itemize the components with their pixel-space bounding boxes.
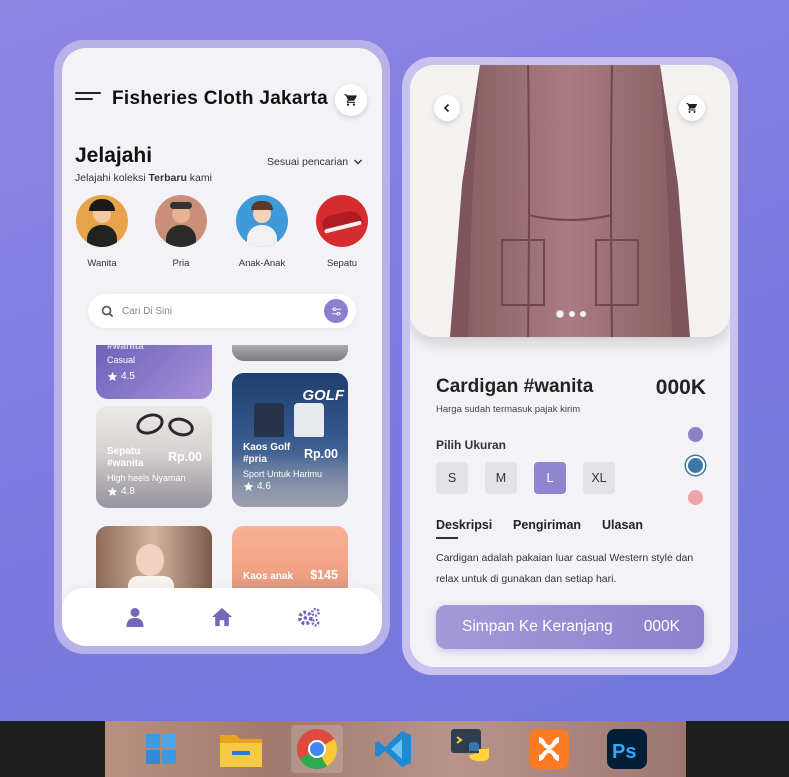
filter-icon [331,306,341,316]
photoshop-icon[interactable]: Ps [601,725,653,773]
product-card[interactable]: Kaos anak $145 [232,526,348,593]
size-option-m[interactable]: M [485,462,517,494]
product-desc: Sport Untuk Harimu [243,469,323,479]
category-wanita[interactable]: Wanita [72,195,132,269]
cart-button[interactable] [679,95,705,121]
product-price: Rp.00 [303,447,338,461]
user-icon[interactable] [123,605,147,629]
sort-dropdown[interactable]: Sesuai pencarian [267,156,363,168]
product-rating: 4.5 [107,371,135,382]
category-label: Sepatu [326,258,358,269]
product-title: Cardigan #wanita [436,376,594,397]
filter-button[interactable] [324,299,348,323]
category-label: Pria [172,258,190,269]
cart-button[interactable] [335,84,367,116]
star-icon [107,486,118,496]
size-title: Pilih Ukuran [436,438,507,452]
category-avatar [155,195,207,247]
product-description: Cardigan adalah pakaian luar casual West… [436,552,694,585]
product-name: Kaos anak [243,571,294,582]
cart-icon [344,94,357,106]
star-icon [107,371,118,381]
product-name: Kaos Golf #pria [243,442,291,465]
product-name: Sepatu #wanita [107,446,144,469]
chevron-down-icon [354,159,363,165]
cart-icon [686,103,697,113]
explore-subtitle: Jelajahi koleksi Terbaru kami [75,172,212,184]
category-pria[interactable]: Pria [151,195,211,269]
left-phone-frame: Fisheries Cloth Jakarta Jelajahi Jelajah… [54,40,390,654]
chevron-left-icon [443,103,450,113]
product-card[interactable] [96,526,212,593]
pagination-dot[interactable] [569,311,575,317]
product-price: 000K [655,376,706,399]
home-icon[interactable] [210,605,234,629]
sort-label: Sesuai pencarian [267,156,349,168]
product-name: #wanita [107,345,144,352]
color-swatch-blue[interactable] [686,456,705,475]
image-pagination [556,310,586,318]
product-image[interactable] [410,65,730,337]
settings-icon[interactable] [297,605,321,629]
pagination-dot[interactable] [556,310,564,318]
category-label: Wanita [87,258,117,269]
category-sepatu[interactable]: Sepatu [312,195,372,269]
app-title: Fisheries Cloth Jakarta [112,88,328,109]
python-icon[interactable] [445,725,497,773]
right-phone-frame: Cardigan #wanita 000K Harga sudah termas… [402,57,738,675]
search-input[interactable] [122,305,312,317]
category-avatar [76,195,128,247]
back-button[interactable] [434,95,460,121]
size-option-s[interactable]: S [436,462,468,494]
cta-label: Simpan Ke Keranjang [462,618,613,635]
star-icon [243,481,254,491]
pagination-dot[interactable] [580,311,586,317]
product-card[interactable]: #wanita Casual 4.5 [96,345,212,399]
product-desc: Casual [107,355,136,365]
color-swatch-purple[interactable] [688,427,703,442]
category-avatar [316,195,368,247]
product-card[interactable]: GOLF Kaos Golf #pria Rp.00 Sport Untuk H… [232,373,348,507]
add-to-cart-button[interactable]: Simpan Ke Keranjang 000K [436,605,704,649]
taskbar: Ps [0,721,789,777]
size-option-l[interactable]: L [534,462,566,494]
product-rating: 4.6 [243,481,271,492]
file-explorer-icon[interactable] [215,725,267,773]
left-phone-screen: Fisheries Cloth Jakarta Jelajahi Jelajah… [62,48,382,646]
tab-ulasan[interactable]: Ulasan [602,518,643,532]
product-card[interactable]: Sepatu #wanita Rp.00 High heels Nyaman 4… [96,406,212,508]
tab-deskripsi[interactable]: Deskripsi [436,518,492,532]
taskbar-apps: Ps [105,721,686,777]
product-card[interactable] [232,345,348,361]
chrome-icon[interactable] [291,725,343,773]
golf-banner: GOLF [302,387,344,404]
right-phone-screen: Cardigan #wanita 000K Harga sudah termas… [410,65,730,667]
bottom-nav [62,588,382,646]
svg-text:Ps: Ps [612,741,636,763]
color-swatch-pink[interactable] [688,490,703,505]
product-price: $145 [310,568,338,582]
explore-title: Jelajahi [75,144,153,167]
category-avatar [236,195,288,247]
product-rating: 4.8 [107,486,135,497]
tax-note: Harga sudah termasuk pajak kirim [436,404,581,415]
product-price: Rp.00 [167,450,202,464]
windows-start-icon[interactable] [135,725,187,773]
product-desc: High heels Nyaman [107,473,186,483]
cta-price: 000K [643,618,680,635]
search-icon [98,302,116,320]
search-bar [88,294,356,328]
size-option-xl[interactable]: XL [583,462,615,494]
vscode-icon[interactable] [367,725,419,773]
active-tab-indicator [436,537,458,539]
product-grid[interactable]: #wanita Casual 4.5 Sepatu #wanita Rp.00 … [62,345,382,593]
category-anak-anak[interactable]: Anak-Anak [232,195,292,269]
tab-pengiriman[interactable]: Pengiriman [513,518,581,532]
category-label: Anak-Anak [238,258,286,269]
xampp-icon[interactable] [523,725,575,773]
hamburger-menu-icon[interactable] [75,92,101,102]
